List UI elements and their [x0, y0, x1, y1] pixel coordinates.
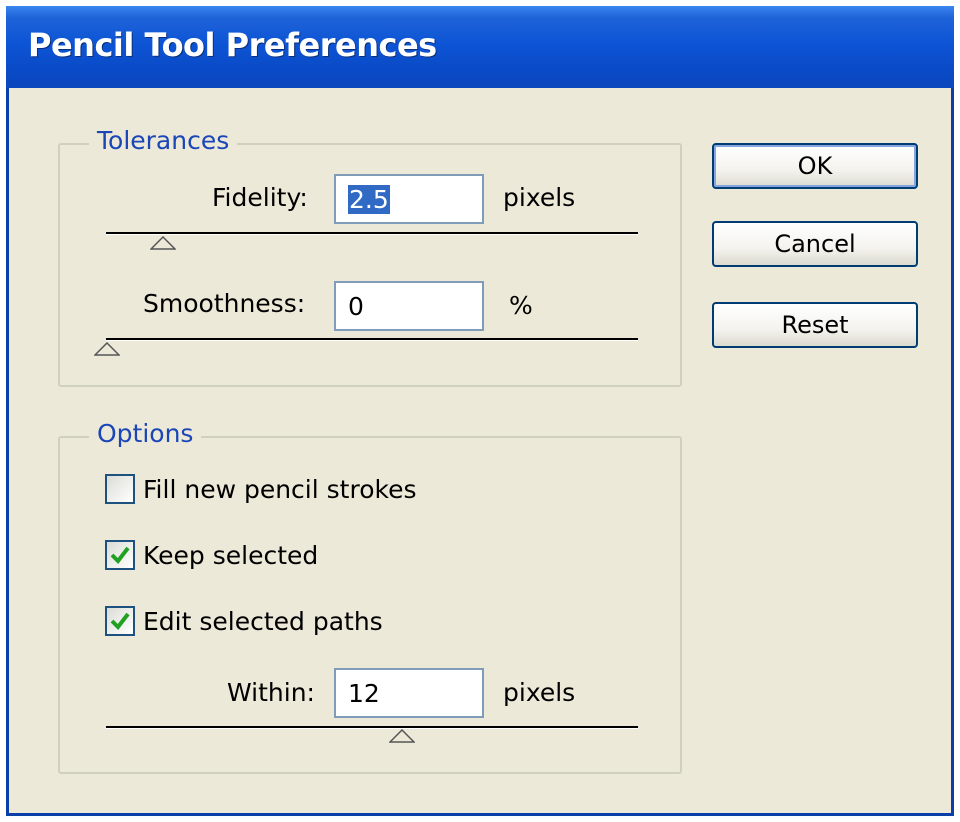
check-mark-icon [110, 546, 130, 565]
smoothness-value: 0 [348, 291, 364, 321]
window-title: Pencil Tool Preferences [28, 26, 437, 64]
within-slider-thumb[interactable] [389, 729, 415, 743]
fidelity-slider-thumb[interactable] [150, 236, 176, 250]
fill-new-strokes-checkbox[interactable] [105, 474, 135, 504]
ok-button[interactable]: OK [712, 143, 918, 189]
smoothness-label: Smoothness: [143, 289, 306, 318]
within-input[interactable]: 12 [334, 668, 484, 718]
fidelity-slider-track[interactable] [106, 232, 638, 235]
keep-selected-label[interactable]: Keep selected [143, 541, 318, 570]
fidelity-value: 2.5 [348, 184, 390, 214]
tolerances-legend: Tolerances [89, 126, 238, 155]
title-bar[interactable]: Pencil Tool Preferences [6, 6, 954, 88]
smoothness-unit: % [509, 291, 533, 320]
fidelity-input[interactable]: 2.5 [334, 174, 484, 224]
check-mark-icon [110, 612, 130, 631]
reset-button[interactable]: Reset [712, 302, 918, 348]
within-unit: pixels [503, 678, 576, 707]
edit-selected-paths-label[interactable]: Edit selected paths [143, 607, 383, 636]
within-slider-track[interactable] [106, 726, 638, 729]
smoothness-slider-track[interactable] [106, 338, 638, 341]
fidelity-label: Fidelity: [212, 183, 308, 212]
within-label: Within: [227, 678, 315, 707]
edit-selected-paths-checkbox[interactable] [105, 606, 135, 636]
options-legend: Options [89, 419, 202, 448]
fill-new-strokes-label[interactable]: Fill new pencil strokes [143, 475, 417, 504]
within-value: 12 [348, 678, 380, 708]
pencil-tool-preferences-dialog: Pencil Tool Preferences Tolerances Fidel… [6, 6, 954, 816]
smoothness-slider-thumb[interactable] [94, 342, 120, 356]
fidelity-unit: pixels [503, 183, 576, 212]
cancel-button[interactable]: Cancel [712, 221, 918, 267]
keep-selected-checkbox[interactable] [105, 540, 135, 570]
smoothness-input[interactable]: 0 [334, 281, 484, 331]
